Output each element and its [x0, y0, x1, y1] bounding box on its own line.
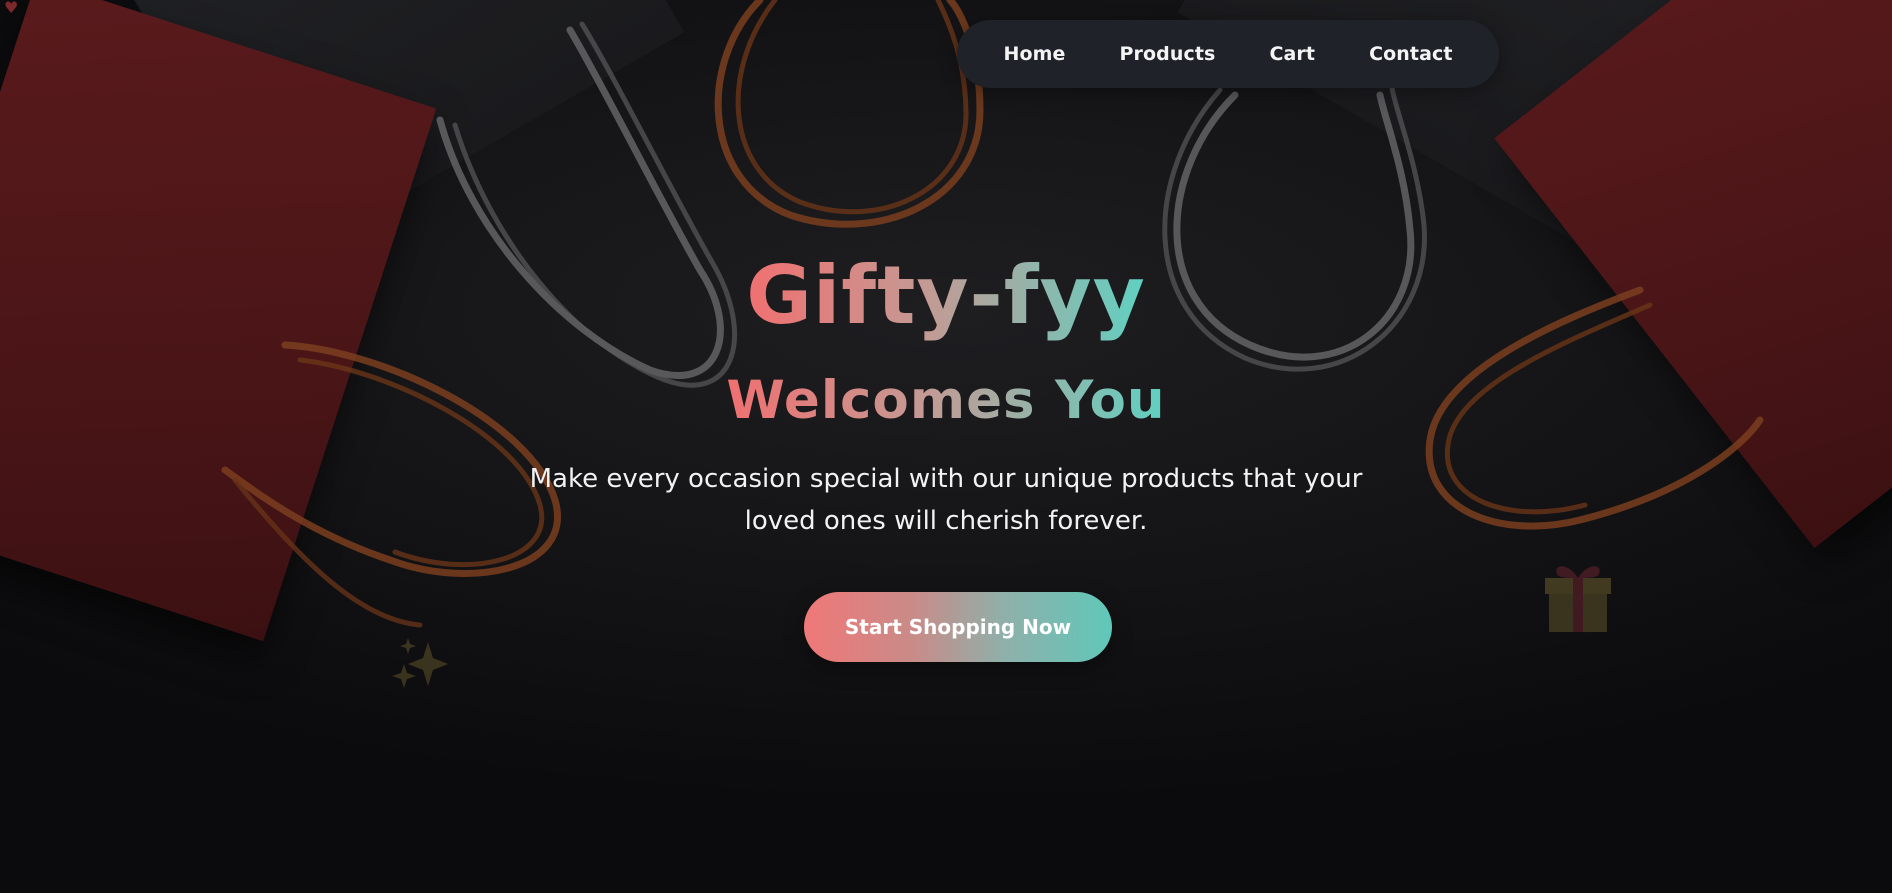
start-shopping-button[interactable]: Start Shopping Now — [804, 592, 1112, 662]
nav-link-home[interactable]: Home — [976, 43, 1092, 65]
sparkle-icon — [392, 638, 448, 688]
heart-icon: ♥ — [4, 0, 19, 17]
brand-title-wrapper: Gifty-fyy — [0, 248, 1892, 344]
hero-tagline: Make every occasion special with our uni… — [529, 464, 1363, 536]
welcome-subtitle: Welcomes You — [726, 368, 1165, 434]
gift-icon — [1545, 566, 1611, 632]
brand-title: Gifty-fyy — [746, 249, 1146, 342]
welcome-subtitle-wrapper: Welcomes You — [0, 368, 1892, 434]
nav-link-products[interactable]: Products — [1093, 43, 1243, 65]
nav-link-cart[interactable]: Cart — [1242, 43, 1342, 65]
hero-section: ♥ Home Products Cart Contact Gifty-fyy W… — [0, 0, 1892, 893]
main-navigation: Home Products Cart Contact — [957, 20, 1499, 88]
nav-link-contact[interactable]: Contact — [1342, 43, 1479, 65]
